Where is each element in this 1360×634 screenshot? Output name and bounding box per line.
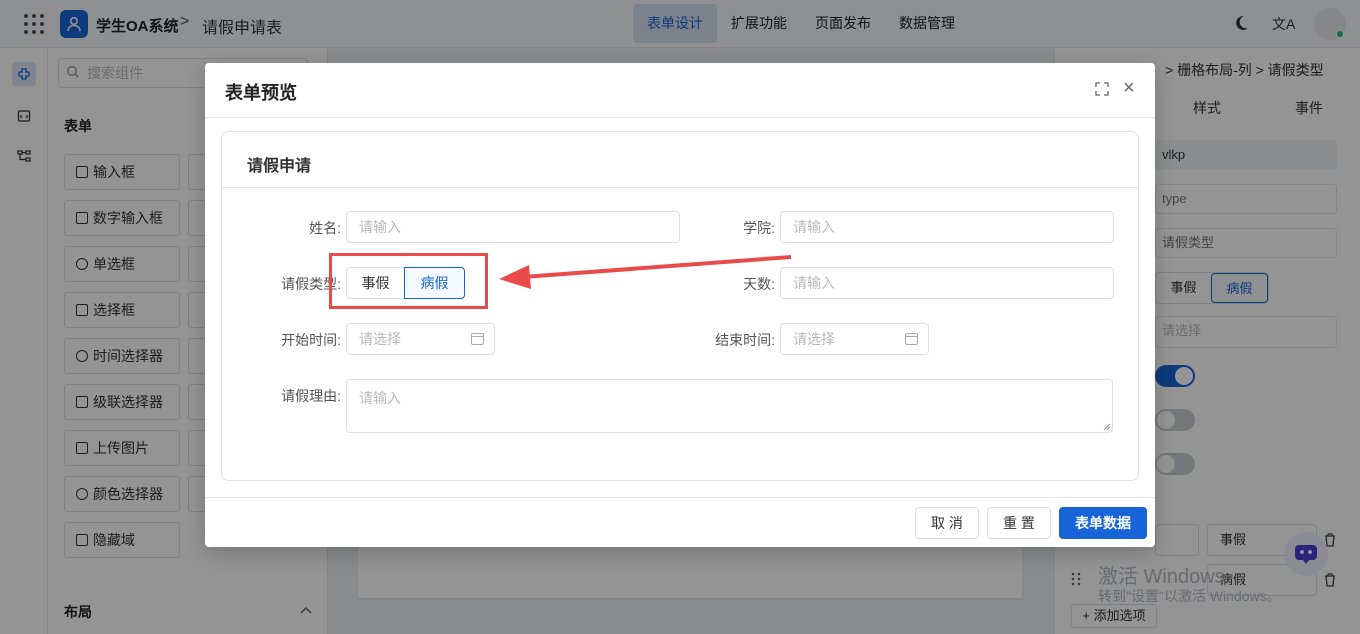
highlight-box xyxy=(329,253,488,309)
reason-textarea[interactable]: 请输入 xyxy=(346,379,1113,433)
college-input[interactable]: 请输入 xyxy=(780,211,1114,243)
start-time-label: 开始时间: xyxy=(281,332,341,348)
leave-type-label: 请假类型: xyxy=(281,276,341,292)
form-title: 请假申请 xyxy=(247,158,312,175)
form-data-button[interactable]: 表单数据 xyxy=(1059,507,1147,539)
close-icon[interactable]: × xyxy=(1123,77,1135,100)
college-label: 学院: xyxy=(743,220,775,236)
fullscreen-icon[interactable] xyxy=(1095,82,1109,96)
dialog-title: 表单预览 xyxy=(225,83,297,103)
name-input[interactable]: 请输入 xyxy=(346,211,680,243)
reason-label: 请假理由: xyxy=(281,388,341,404)
calendar-icon xyxy=(471,333,484,345)
divider xyxy=(222,187,1138,188)
cancel-button[interactable]: 取 消 xyxy=(915,507,979,539)
reset-button[interactable]: 重 置 xyxy=(987,507,1051,539)
start-time-picker[interactable]: 请选择 xyxy=(346,323,495,355)
end-time-label: 结束时间: xyxy=(715,332,775,348)
annotation-arrow xyxy=(499,255,792,289)
days-input[interactable]: 请输入 xyxy=(780,267,1114,299)
name-label: 姓名: xyxy=(309,220,341,236)
divider xyxy=(205,497,1155,498)
divider xyxy=(205,117,1155,118)
calendar-icon xyxy=(905,333,918,345)
form-preview-dialog: 表单预览 × 请假申请 姓名: 请输入 学院: 请输入 请假类型: 事假 病假 … xyxy=(205,63,1155,547)
end-time-picker[interactable]: 请选择 xyxy=(780,323,929,355)
resize-handle-icon[interactable] xyxy=(1103,423,1111,431)
